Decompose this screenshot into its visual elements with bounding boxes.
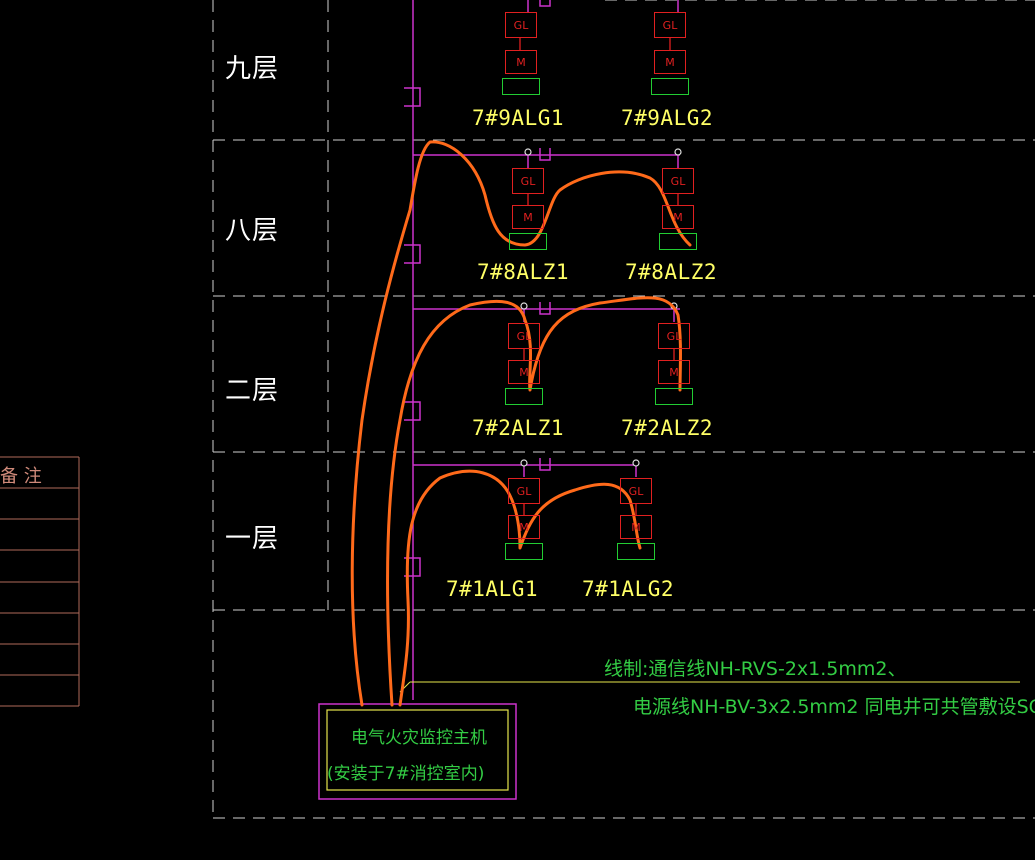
remarks-table xyxy=(0,456,80,707)
panel-label-2alz2: 7#2ALZ2 xyxy=(621,416,714,440)
m-device: M xyxy=(658,360,690,384)
panel-label-1alg1: 7#1ALG1 xyxy=(446,577,539,601)
m-device: M xyxy=(512,205,544,229)
remarks-header: 备 注 xyxy=(0,466,42,487)
m-device: M xyxy=(654,50,686,74)
floor-label-9: 九层 xyxy=(225,54,280,84)
panel-label-9alg1: 7#9ALG1 xyxy=(472,106,565,130)
floor-label-8: 八层 xyxy=(225,216,280,246)
m-device: M xyxy=(620,515,652,539)
wiring-note-line1: 线制:通信线NH-RVS-2x1.5mm2、 xyxy=(604,658,907,680)
panel-label-8alz1: 7#8ALZ1 xyxy=(477,260,570,284)
panel-label-8alz2: 7#8ALZ2 xyxy=(625,260,718,284)
gl-device: GL xyxy=(658,323,690,349)
gl-device: GL xyxy=(662,168,694,194)
m-device: M xyxy=(508,360,540,384)
m-device: M xyxy=(508,515,540,539)
terminal-block xyxy=(655,388,693,405)
floor-label-1: 一层 xyxy=(225,524,280,554)
gl-device: GL xyxy=(508,478,540,504)
floor-label-2: 二层 xyxy=(225,376,280,406)
terminal-block xyxy=(617,543,655,560)
gl-device: GL xyxy=(620,478,652,504)
terminal-block xyxy=(659,233,697,250)
host-box-frame xyxy=(318,703,517,800)
m-device: M xyxy=(662,205,694,229)
panel-label-2alz1: 7#2ALZ1 xyxy=(472,416,565,440)
terminal-block xyxy=(509,233,547,250)
gl-device: GL xyxy=(654,12,686,38)
terminal-block xyxy=(651,78,689,95)
gl-device: GL xyxy=(512,168,544,194)
panel-label-1alg2: 7#1ALG2 xyxy=(582,577,675,601)
terminal-block xyxy=(505,388,543,405)
terminal-block xyxy=(502,78,540,95)
drawing-canvas: 九层 八层 二层 一层 GL M GL M GL M GL M GL M GL … xyxy=(0,0,1035,860)
notes-leader xyxy=(399,681,1020,693)
gl-device: GL xyxy=(508,323,540,349)
terminal-block xyxy=(505,543,543,560)
host-location: (安装于7#消控室内) xyxy=(327,764,485,784)
wiring-note-line2: 电源线NH-BV-3x2.5mm2 同电井可共管敷设SC20 xyxy=(633,696,1035,718)
panel-label-9alg2: 7#9ALG2 xyxy=(621,106,714,130)
m-device: M xyxy=(505,50,537,74)
host-title: 电气火灾监控主机 xyxy=(351,728,487,748)
gl-device: GL xyxy=(505,12,537,38)
